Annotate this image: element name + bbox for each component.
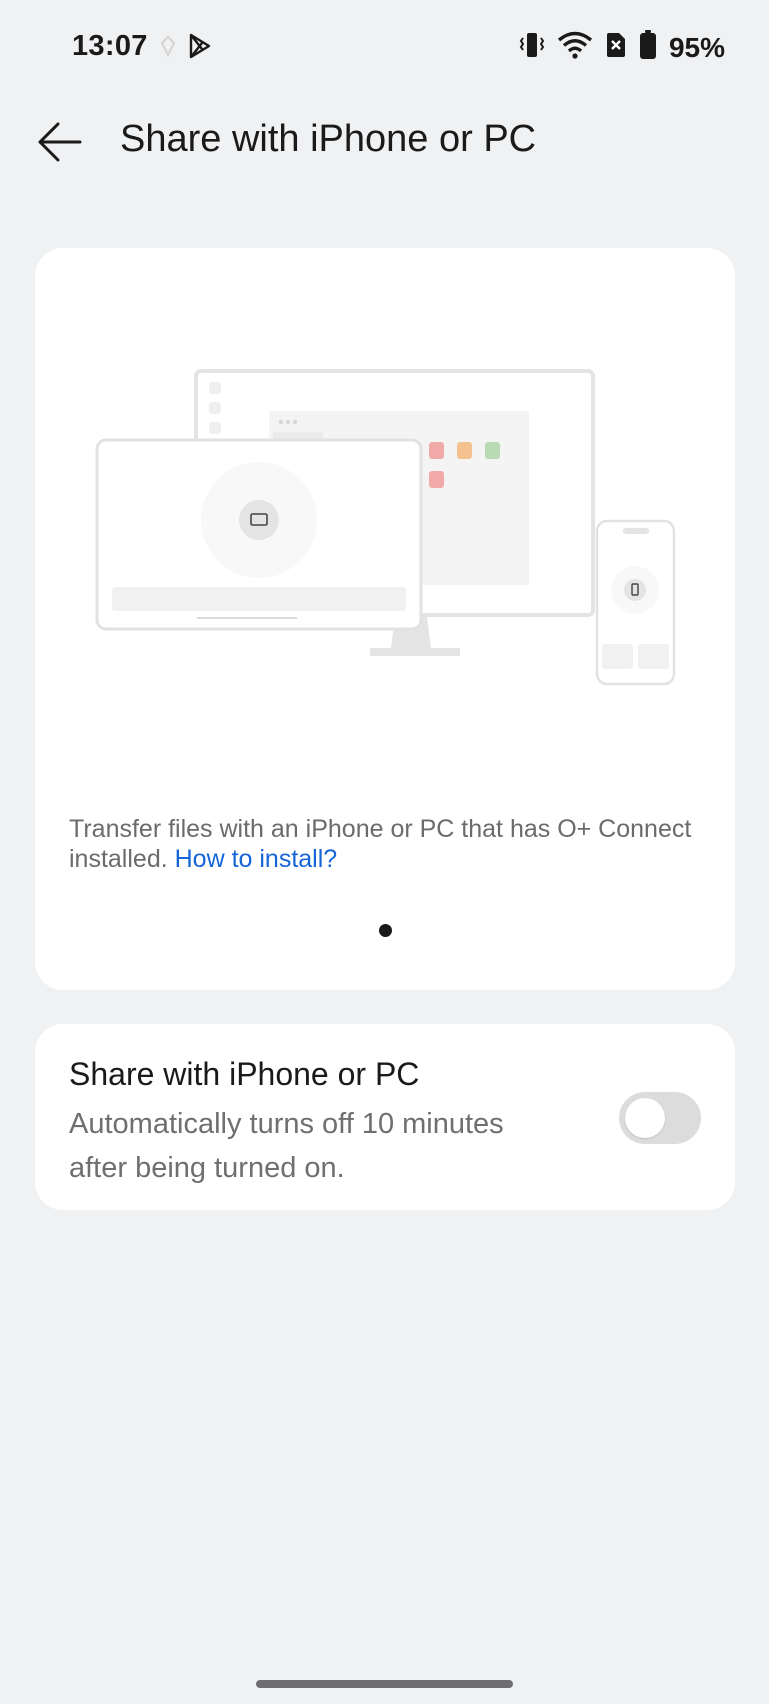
arrow-left-icon: [36, 122, 84, 167]
page-indicator: [35, 924, 735, 937]
how-to-install-link[interactable]: How to install?: [175, 845, 338, 873]
status-right: 95%: [519, 30, 725, 65]
home-indicator[interactable]: [256, 1680, 513, 1688]
page-indicator-dot-active: [378, 924, 392, 937]
hero-card: Transfer files with an iPhone or PC that…: [35, 248, 735, 990]
share-toggle-knob: [625, 1098, 665, 1138]
status-time: 13:07: [72, 30, 148, 62]
share-setting-title: Share with iPhone or PC: [69, 1056, 420, 1092]
battery-percent: 95%: [668, 31, 725, 63]
share-toggle-switch[interactable]: [619, 1092, 701, 1144]
no-sim-icon: [605, 31, 627, 64]
back-button[interactable]: [28, 112, 92, 176]
page-title: Share with iPhone or PC: [120, 118, 537, 160]
location-icon: [160, 35, 176, 62]
screen: 13:07 95% Share with iPhone or PC Transf…: [0, 0, 769, 1704]
wifi-icon: [557, 31, 593, 64]
play-store-icon: [188, 33, 212, 64]
status-left-icons: [160, 33, 212, 64]
vibrate-icon: [519, 31, 545, 64]
hero-description-text: Transfer files with an iPhone or PC that…: [69, 815, 692, 873]
battery-icon: [639, 30, 657, 65]
share-setting-card[interactable]: Share with iPhone or PC Automatically tu…: [35, 1024, 735, 1210]
status-bar: 13:07 95%: [0, 0, 769, 96]
devices-illustration: [95, 369, 676, 686]
hero-description: Transfer files with an iPhone or PC that…: [69, 814, 709, 874]
share-setting-subtitle: Automatically turns off 10 minutes after…: [69, 1108, 504, 1184]
